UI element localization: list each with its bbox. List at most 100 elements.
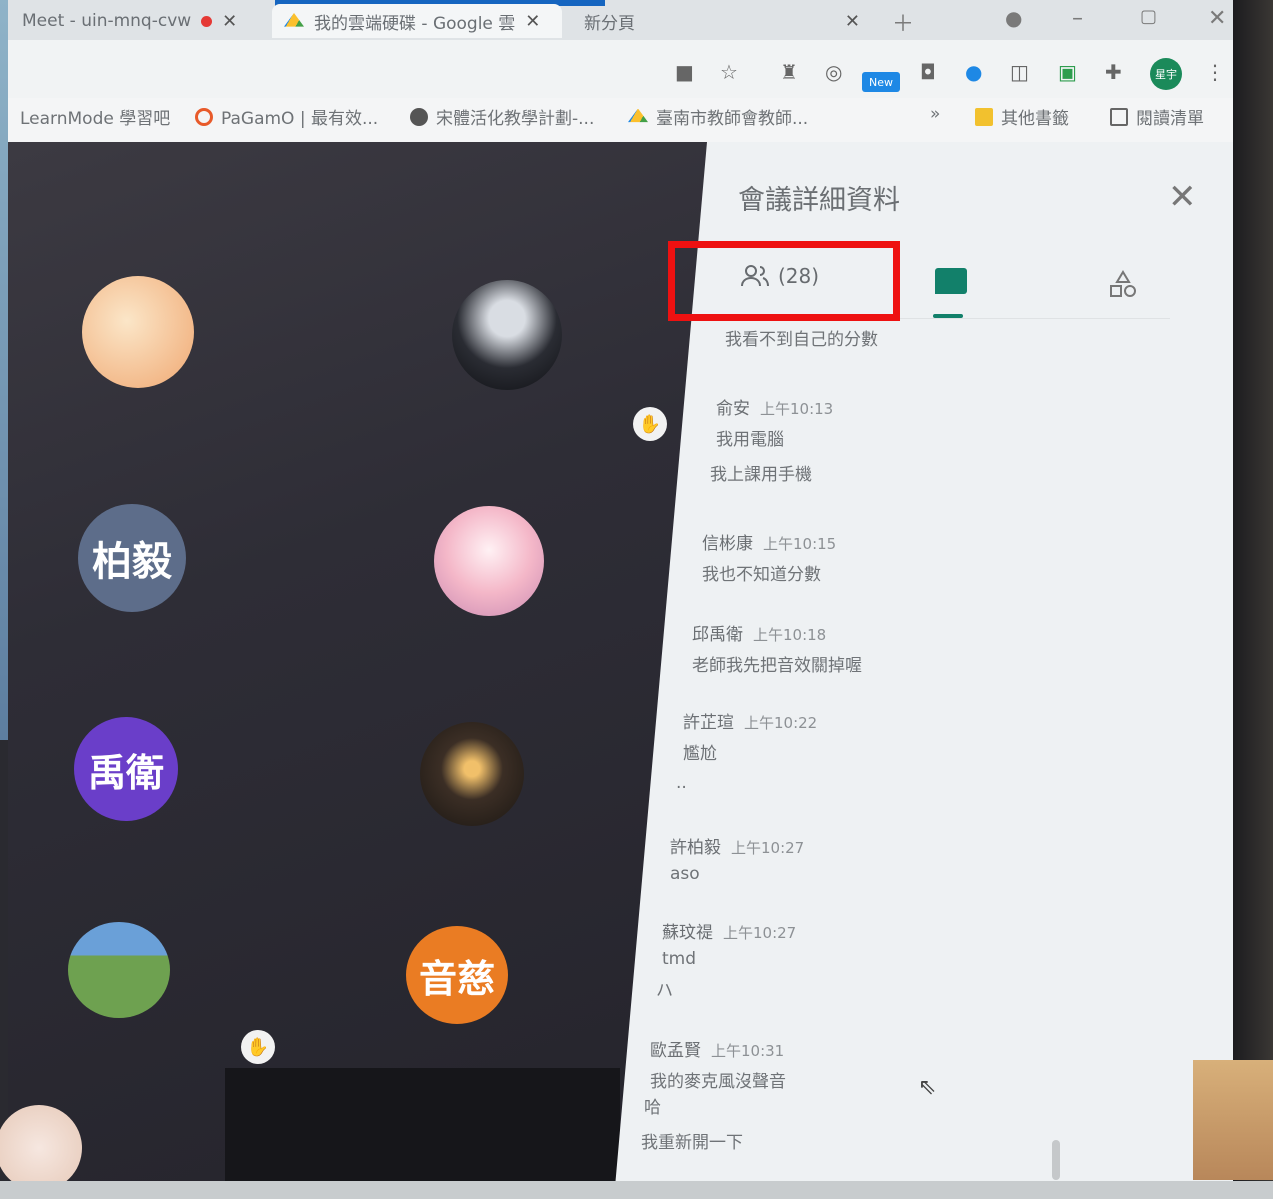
chat-message: 許柏毅 上午10:27 aso [670,833,804,884]
video-area [225,1068,620,1188]
bookmark-star-icon[interactable]: ☆ [720,60,738,84]
message-sender: 蘇玟禔 [662,923,713,943]
close-tab-icon[interactable]: ✕ [222,11,237,32]
profile-avatar[interactable]: 星宇 [1150,58,1182,90]
chat-message: 俞安 上午10:13 我用電腦 [716,394,833,450]
chat-icon[interactable] [935,268,967,294]
tab-new[interactable]: 新分頁 ✕ [572,4,872,38]
participant-initials: 音慈 [418,956,495,1001]
message-sender: 俞安 [716,399,750,419]
message-text: 我看不到自己的分數 [725,330,878,350]
message-text: 我的麥克風沒聲音 [650,1072,786,1092]
chat-message: 信彬康 上午10:15 我也不知道分數 [702,529,836,585]
chat-message: 許芷瑄 上午10:22 尷尬 [683,708,817,764]
message-text: 我也不知道分數 [702,565,821,585]
cast-icon[interactable]: ◫ [1010,60,1029,84]
chat-message: .. [676,773,687,793]
drive-icon [284,13,304,27]
red-highlight-box [668,241,900,321]
reading-list[interactable]: 閱讀清單 [1110,104,1204,129]
participant-initials: 柏毅 [92,539,172,585]
message-sender: 許柏毅 [670,838,721,858]
participant-tile[interactable] [420,722,524,826]
drive-icon [628,108,648,123]
background-bottom [0,1181,1273,1199]
message-text: 老師我先把音效關掉喔 [692,656,862,676]
tab-search-icon[interactable]: ● [1005,6,1022,30]
chat-message: 蘇玟禔 上午10:27 tmd [662,918,796,969]
message-time: 上午10:15 [763,535,837,553]
mouse-cursor-icon: ⇖ [918,1075,937,1100]
bookmark-pagamo[interactable]: PaGamO | 最有效... [195,104,378,129]
message-time: 上午10:22 [744,714,818,732]
message-text: tmd [662,949,697,969]
message-sender: 許芷瑄 [683,713,734,733]
chat-message: 我看不到自己的分數 [725,325,878,350]
participant-tile[interactable] [68,922,170,1018]
minimize-icon[interactable]: – [1072,6,1083,31]
bookmark-drive[interactable]: 臺南市教師會教師... [628,104,808,129]
message-text: ハ [656,981,673,1001]
message-text: aso [670,864,700,884]
chat-message: 歐孟賢 上午10:31 我的麥克風沒聲音 [650,1036,786,1092]
participant-initials: 禹衛 [87,750,164,795]
browser-toolbar [8,40,1238,98]
reading-list-icon [1110,107,1128,126]
activities-icon[interactable] [1108,270,1138,304]
close-tab-icon[interactable]: ✕ [525,11,540,32]
extension-icon[interactable]: ♜ [780,60,798,84]
participant-tile[interactable] [452,280,562,390]
message-text: 尷尬 [683,744,717,764]
more-menu-icon[interactable]: ⋮ [1205,60,1225,84]
message-text: 我重新開一下 [641,1133,743,1153]
puzzle-icon[interactable]: ✚ [1105,60,1122,84]
participant-tile[interactable] [0,1105,82,1191]
pagamo-icon [195,107,213,126]
tab-meet[interactable]: Meet - uin-mnq-cvw ✕ [10,4,249,38]
tab-label: Meet - uin-mnq-cvw [22,11,192,31]
close-icon[interactable]: ✕ [1168,180,1197,214]
bookmark-site[interactable]: 宋體活化教學計劃-... [410,104,594,129]
message-text: .. [676,773,687,793]
tab-label: 我的雲端硬碟 - Google 雲 [314,13,516,34]
sheets-icon[interactable]: ▣ [1058,60,1077,84]
bookmarks-overflow[interactable]: » [930,104,940,124]
background-object [1193,1060,1273,1180]
scrollbar[interactable] [1052,1140,1060,1180]
maximize-icon[interactable]: ▢ [1140,6,1157,27]
folder-icon [975,107,993,126]
extension-icon[interactable]: ◎ [825,60,842,84]
extension-icon[interactable]: ● [965,60,982,84]
globe-icon [410,107,428,126]
message-text: 我用電腦 [716,430,784,450]
close-tab-icon[interactable]: ✕ [845,11,860,32]
new-badge[interactable]: New [862,72,900,92]
chat-message: 哈 [644,1093,661,1118]
participant-tile[interactable] [434,506,544,616]
participant-tile[interactable]: 柏毅 [78,504,186,612]
chat-message: 我上課用手機 [710,460,812,485]
message-time: 上午10:18 [753,626,827,644]
recording-icon [201,15,213,27]
raised-hand-icon: ✋ [633,407,667,441]
message-text: 我上課用手機 [710,465,812,485]
camera-icon[interactable]: ■ [675,60,694,84]
message-sender: 信彬康 [702,534,753,554]
chat-message: ハ [656,976,673,1001]
tab-drive[interactable]: 我的雲端硬碟 - Google 雲 ✕ [272,4,562,38]
screenshot-icon[interactable]: ◘ [920,60,936,84]
message-sender: 歐孟賢 [650,1041,701,1061]
participant-tile[interactable]: 音慈 [406,926,508,1024]
participant-tile[interactable] [82,276,194,388]
message-text: 哈 [644,1098,661,1118]
bookmark-other[interactable]: 其他書籤 [975,104,1069,129]
raised-hand-icon: ✋ [241,1030,275,1064]
new-tab-icon[interactable]: ＋ [892,6,914,38]
message-time: 上午10:13 [760,400,834,418]
panel-title: 會議詳細資料 [738,185,900,216]
window-close-icon[interactable]: ✕ [1208,6,1226,31]
bookmark-learnmode[interactable]: LearnMode 學習吧 [20,104,170,129]
message-time: 上午10:27 [731,839,805,857]
tab-label: 新分頁 [584,13,635,34]
participant-tile[interactable]: 禹衛 [74,717,178,821]
